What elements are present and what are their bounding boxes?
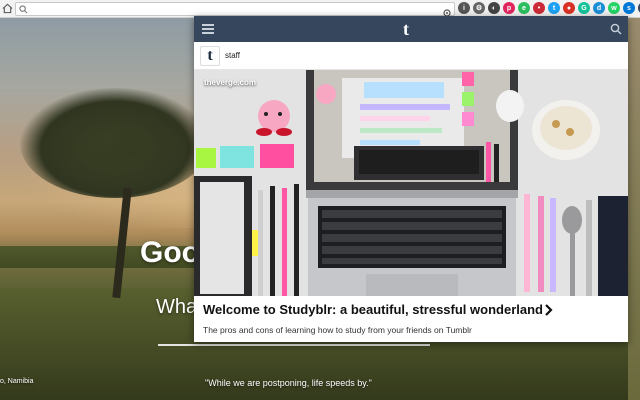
hamburger-menu-icon[interactable] bbox=[202, 24, 214, 34]
post-source[interactable]: theverge.com bbox=[204, 78, 256, 87]
twitter-icon[interactable]: t bbox=[548, 2, 560, 14]
lastpass-icon[interactable]: • bbox=[533, 2, 545, 14]
info-icon[interactable]: i bbox=[458, 2, 470, 14]
skype-icon[interactable]: s bbox=[623, 2, 635, 14]
home-icon[interactable] bbox=[2, 3, 13, 14]
avatar-letter: t bbox=[207, 47, 213, 64]
blog-avatar[interactable]: t bbox=[200, 46, 220, 66]
post-title[interactable]: Welcome to Studyblr: a beautiful, stress… bbox=[203, 302, 543, 317]
page-edge bbox=[628, 18, 640, 400]
study-desk-photo bbox=[194, 70, 628, 296]
pocket-icon[interactable]: p bbox=[503, 2, 515, 14]
address-bar[interactable] bbox=[15, 2, 455, 37]
blog-row[interactable]: t staff bbox=[194, 42, 628, 70]
post-description: The pros and cons of learning how to stu… bbox=[203, 325, 472, 335]
greeting-text: Goo bbox=[140, 236, 200, 269]
moon-icon[interactable]: ◐ bbox=[488, 2, 500, 14]
search-icon bbox=[19, 5, 28, 14]
evernote-icon[interactable]: e bbox=[518, 2, 530, 14]
blog-name[interactable]: staff bbox=[225, 51, 240, 60]
tree-crown-lower bbox=[55, 118, 205, 188]
quote-text: "While we are postponing, life speeds by… bbox=[205, 378, 372, 388]
dashlane-icon[interactable]: d bbox=[593, 2, 605, 14]
record-icon[interactable]: ● bbox=[563, 2, 575, 14]
whatsapp-icon[interactable]: w bbox=[608, 2, 620, 14]
popup-header: t bbox=[194, 16, 628, 42]
chevron-right-icon[interactable] bbox=[544, 303, 554, 317]
search-icon[interactable] bbox=[610, 23, 622, 35]
focus-input-line[interactable] bbox=[158, 344, 430, 346]
post-image[interactable]: theverge.com bbox=[194, 70, 628, 296]
photo-location[interactable]: o, Namibia bbox=[0, 378, 33, 385]
tumblr-logo[interactable]: t bbox=[403, 19, 409, 39]
tumblr-popup: t t staff theverge.com Welcome to Studyb… bbox=[194, 16, 628, 342]
settings-icon[interactable]: ⚙ bbox=[473, 2, 485, 14]
grammarly-icon[interactable]: G bbox=[578, 2, 590, 14]
extension-icons: i⚙◐pe•t●Gdwst bbox=[458, 2, 640, 14]
